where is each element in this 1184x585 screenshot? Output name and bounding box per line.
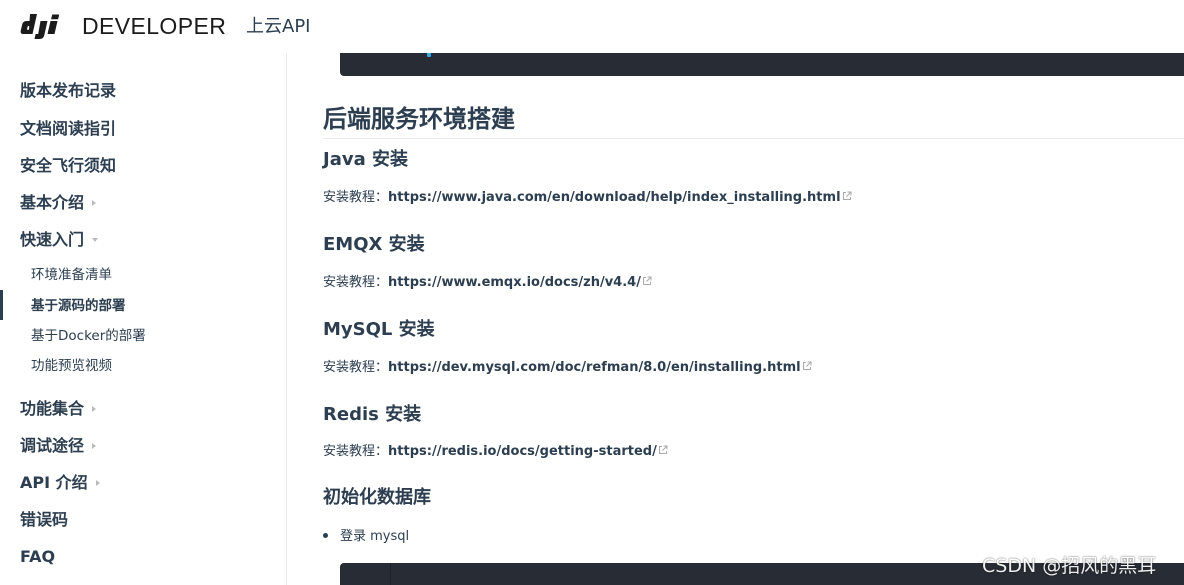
section-heading-backend-setup: 后端服务环境搭建 [323, 105, 515, 133]
sidebar-item-reading-guide[interactable]: 文档阅读指引 [20, 119, 116, 139]
chevron-right-icon [92, 442, 97, 449]
dji-developer-logo[interactable]: DEVELOPER [20, 12, 226, 40]
site-title[interactable]: 上云API [246, 15, 310, 39]
heading-redis-install: Redis 安装 [323, 404, 422, 425]
external-link-icon [642, 276, 652, 285]
code-text-fragment [427, 53, 431, 57]
code-line-gutter [340, 563, 391, 585]
logo-text: DEVELOPER [82, 13, 227, 39]
install-tutorial-label: 安装教程： [323, 360, 389, 375]
list-item: 登录 mysql [323, 528, 409, 546]
sidebar-item-label: 版本发布记录 [20, 81, 117, 100]
mysql-install-paragraph: 安装教程：https://dev.mysql.com/doc/refman/8.… [323, 359, 812, 377]
list-item-text: 登录 mysql [340, 529, 410, 544]
main-content: 后端服务环境搭建 Java 安装 安装教程：https://www.java.c… [287, 53, 1184, 585]
sidebar-item-faq[interactable]: FAQ [20, 547, 55, 567]
sidebar-item-release-notes[interactable]: 版本发布记录 [20, 81, 116, 101]
sidebar-item-api-intro[interactable]: API 介绍 [20, 473, 100, 493]
code-block [340, 53, 1184, 76]
sidebar-item-debug[interactable]: 调试途径 [20, 436, 97, 456]
chevron-right-icon [95, 479, 100, 486]
bullet-icon [323, 533, 328, 538]
install-tutorial-label: 安装教程： [323, 275, 389, 290]
install-tutorial-label: 安装教程： [323, 190, 389, 205]
chevron-down-icon [92, 237, 99, 242]
sidebar-subitem-env-checklist[interactable]: 环境准备清单 [31, 266, 112, 284]
sidebar-item-label: 调试途径 [20, 436, 85, 455]
watermark: CSDN @招风的黑耳 [982, 555, 1157, 577]
top-navbar: DEVELOPER 上云API [0, 0, 1184, 53]
emqx-install-paragraph: 安装教程：https://www.emqx.io/docs/zh/v4.4/ [323, 274, 652, 292]
sidebar-item-label: 快速入门 [20, 230, 85, 249]
sidebar-subitem-source-deploy[interactable]: 基于源码的部署 [31, 297, 126, 315]
mysql-install-link[interactable]: https://dev.mysql.com/doc/refman/8.0/en/… [388, 360, 801, 375]
sidebar-item-error-codes[interactable]: 错误码 [20, 510, 68, 530]
chevron-right-icon [92, 405, 97, 412]
sidebar: 版本发布记录 文档阅读指引 安全飞行须知 基本介绍 快速入门 环境准备清单 基于… [0, 53, 287, 585]
sidebar-item-label: 功能集合 [20, 399, 85, 418]
sidebar-subitem-docker-deploy[interactable]: 基于Docker的部署 [31, 327, 146, 345]
sidebar-item-label: FAQ [20, 547, 56, 566]
active-indicator [0, 290, 3, 320]
sidebar-subitem-preview-video[interactable]: 功能预览视频 [31, 357, 112, 375]
redis-install-paragraph: 安装教程：https://redis.io/docs/getting-start… [323, 443, 668, 461]
external-link-icon [842, 191, 852, 200]
java-install-link[interactable]: https://www.java.com/en/download/help/in… [388, 190, 841, 205]
chevron-right-icon [92, 199, 97, 206]
sidebar-item-quick-start[interactable]: 快速入门 [20, 230, 99, 250]
external-link-icon [802, 361, 812, 370]
heading-mysql-install: MySQL 安装 [323, 319, 435, 340]
java-install-paragraph: 安装教程：https://www.java.com/en/download/he… [323, 189, 852, 207]
heading-emqx-install: EMQX 安装 [323, 234, 425, 255]
external-link-icon [658, 445, 668, 454]
sidebar-item-label: 错误码 [20, 510, 69, 529]
sidebar-item-label: 基本介绍 [20, 193, 85, 212]
emqx-install-link[interactable]: https://www.emqx.io/docs/zh/v4.4/ [388, 275, 641, 290]
sidebar-item-label: 文档阅读指引 [20, 119, 117, 138]
redis-install-link[interactable]: https://redis.io/docs/getting-started/ [388, 444, 657, 459]
sidebar-item-basic-intro[interactable]: 基本介绍 [20, 193, 97, 213]
heading-java-install: Java 安装 [323, 149, 408, 170]
dji-logo-icon [20, 14, 60, 39]
install-tutorial-label: 安装教程： [323, 444, 389, 459]
sidebar-item-label: API 介绍 [20, 473, 88, 492]
sidebar-item-features[interactable]: 功能集合 [20, 399, 97, 419]
heading-init-database: 初始化数据库 [323, 487, 431, 508]
sidebar-item-flight-safety[interactable]: 安全飞行须知 [20, 156, 116, 176]
heading-divider [323, 138, 1184, 139]
sidebar-item-label: 安全飞行须知 [20, 156, 117, 175]
